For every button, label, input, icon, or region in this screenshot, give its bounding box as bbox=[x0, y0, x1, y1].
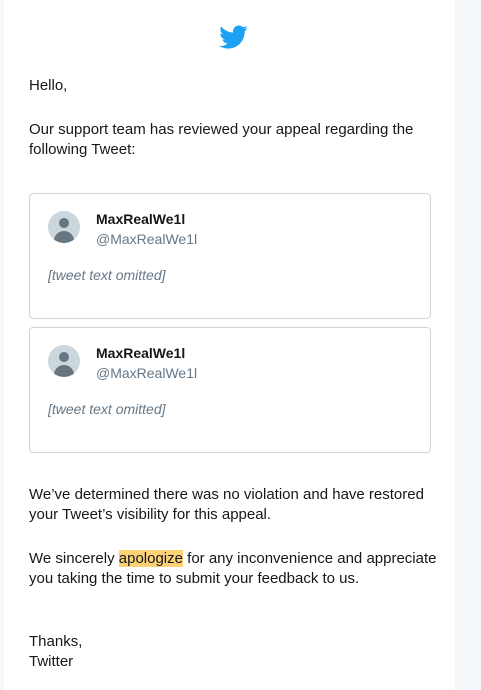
apology-text-start: We sincerely bbox=[29, 550, 119, 567]
tweet-author-name: MaxRealWe1l bbox=[96, 345, 186, 361]
email-body: Hello, Our support team has reviewed you… bbox=[4, 0, 455, 690]
default-avatar-icon bbox=[48, 211, 80, 243]
tweet-author-name: MaxRealWe1l bbox=[96, 211, 186, 227]
tweet-card[interactable]: MaxRealWe1l @MaxRealWe1l [tweet text omi… bbox=[29, 193, 431, 319]
signoff-thanks: Thanks, bbox=[29, 633, 83, 650]
twitter-bird-icon bbox=[219, 25, 248, 49]
apology-text: We sincerely apologize for any inconveni… bbox=[29, 549, 439, 589]
tweet-text: [tweet text omitted] bbox=[48, 401, 166, 417]
default-avatar-icon bbox=[48, 345, 80, 377]
signoff: Thanks, Twitter bbox=[29, 632, 439, 672]
highlighted-word: apologize bbox=[118, 550, 183, 567]
intro-text: Our support team has reviewed your appea… bbox=[29, 121, 414, 158]
tweet-card[interactable]: MaxRealWe1l @MaxRealWe1l [tweet text omi… bbox=[29, 327, 431, 453]
tweet-author-handle: @MaxRealWe1l bbox=[96, 365, 198, 381]
tweet-text: [tweet text omitted] bbox=[48, 267, 166, 283]
tweet-author-handle: @MaxRealWe1l bbox=[96, 231, 198, 247]
greeting: Hello, bbox=[29, 77, 68, 94]
determination-text: We’ve determined there was no violation … bbox=[29, 486, 424, 523]
signoff-signature: Twitter bbox=[29, 653, 74, 670]
